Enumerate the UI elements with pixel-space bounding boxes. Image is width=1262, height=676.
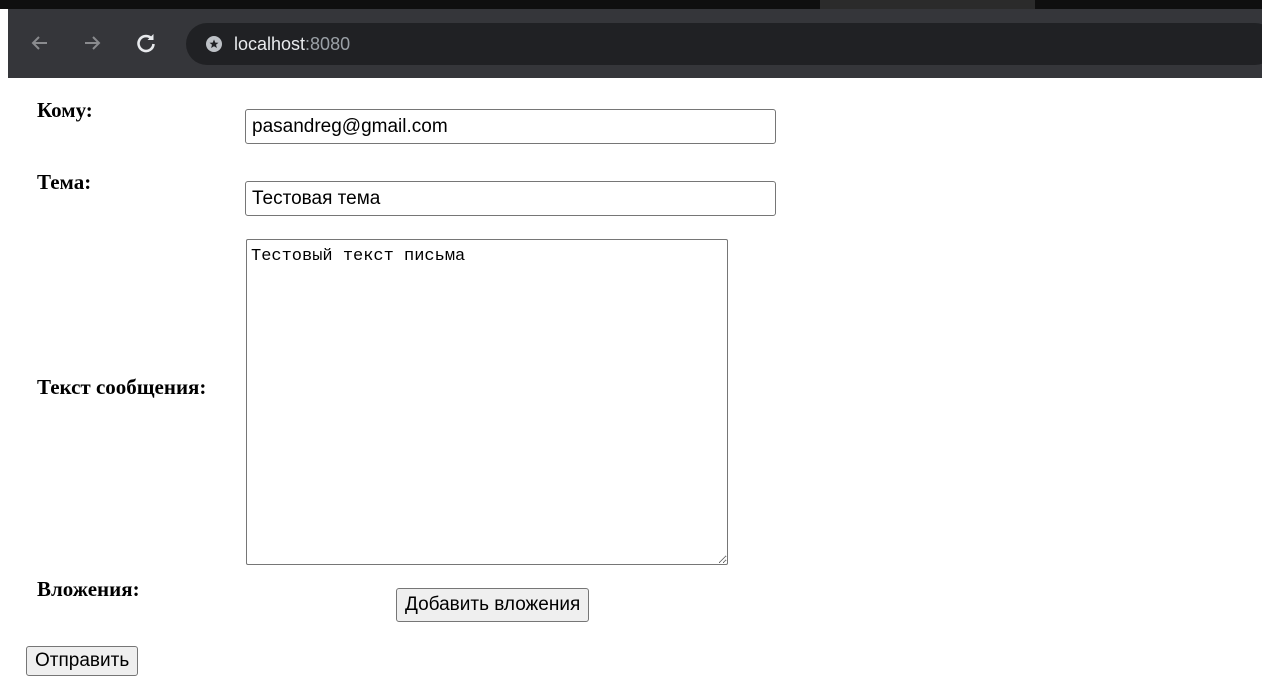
reload-icon[interactable] — [132, 29, 160, 57]
back-arrow-icon[interactable] — [26, 29, 54, 57]
forward-arrow-icon[interactable] — [78, 29, 106, 57]
message-label: Текст сообщения: — [37, 375, 207, 399]
url-host: localhost — [234, 34, 306, 54]
tab-strip — [0, 0, 1262, 9]
site-info-icon[interactable] — [204, 34, 224, 54]
to-input[interactable] — [245, 109, 776, 144]
tab[interactable] — [820, 0, 1035, 9]
message-textarea[interactable]: Тестовый текст письма — [246, 239, 728, 565]
to-label: Кому: — [37, 98, 93, 122]
address-bar[interactable]: localhost:8080 — [186, 23, 1262, 65]
subject-label: Тема: — [37, 170, 92, 194]
browser-toolbar: localhost:8080 — [8, 9, 1262, 78]
add-attachments-button[interactable]: Добавить вложения — [396, 588, 590, 622]
url-text: localhost:8080 — [234, 33, 350, 55]
subject-input[interactable] — [245, 181, 776, 216]
attachments-label: Вложения: — [37, 577, 140, 601]
url-port: :8080 — [305, 34, 351, 54]
